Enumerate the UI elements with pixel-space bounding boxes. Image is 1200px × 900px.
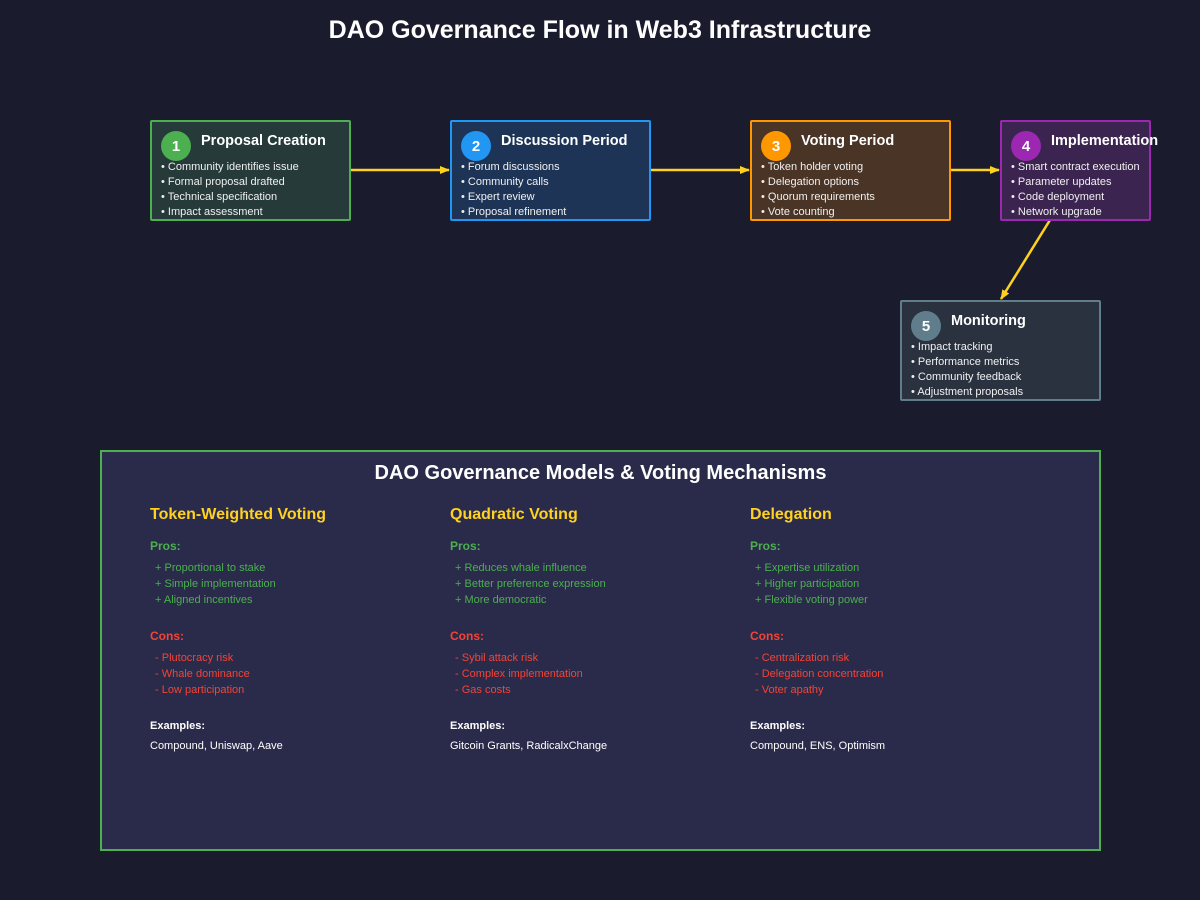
step-items: Smart contract execution Parameter updat… [1011,160,1140,220]
cons-label: Cons: [750,629,784,643]
model-quadratic-voting: Quadratic Voting Pros: Reduces whale inf… [450,506,740,752]
step-number-badge: 1 [161,131,191,161]
con-item: Sybil attack risk [455,650,583,666]
cons-label: Cons: [150,629,184,643]
step-item: Code deployment [1011,190,1140,205]
pro-item: Aligned incentives [155,592,276,608]
pros-list: Proportional to stake Simple implementat… [155,560,276,608]
step-voting-period: 3 Voting Period Token holder voting Dele… [750,120,951,221]
step-items: Impact tracking Performance metrics Comm… [911,340,1023,400]
pro-item: Higher participation [755,576,868,592]
step-implementation: 4 Implementation Smart contract executio… [1000,120,1158,221]
models-title: DAO Governance Models & Voting Mechanism… [374,462,827,484]
governance-models-panel: DAO Governance Models & Voting Mechanism… [100,450,1101,851]
step-item: Vote counting [761,205,875,220]
model-delegation: Delegation Pros: Expertise utilization H… [750,506,1040,752]
pros-label: Pros: [750,539,781,553]
step-item: Formal proposal drafted [161,175,299,190]
examples-label: Examples: [150,720,206,732]
step-items: Community identifies issue Formal propos… [161,160,299,220]
pros-label: Pros: [150,539,181,553]
step-item: Community calls [461,175,566,190]
step-item: Impact assessment [161,205,299,220]
step-item: Performance metrics [911,355,1023,370]
cons-list: Plutocracy risk Whale dominance Low part… [155,650,250,698]
step-number-badge: 5 [911,311,941,341]
cons-label: Cons: [450,629,484,643]
step-items: Forum discussions Community calls Expert… [461,160,566,220]
step-item: Technical specification [161,190,299,205]
step-number-badge: 3 [761,131,791,161]
pro-item: More democratic [455,592,606,608]
examples-text: Compound, ENS, Optimism [750,740,886,752]
step-title: Voting Period [801,133,895,149]
arrow-4-to-5 [999,219,1052,300]
examples-text: Compound, Uniswap, Aave [150,740,283,752]
step-item: Proposal refinement [461,205,566,220]
con-item: Delegation concentration [755,666,884,682]
step-item: Community feedback [911,370,1023,385]
step-title: Proposal Creation [201,133,326,149]
pros-list: Expertise utilization Higher participati… [755,560,868,608]
pro-item: Simple implementation [155,576,275,592]
step-title: Discussion Period [501,133,628,149]
step-item: Delegation options [761,175,875,190]
con-item: Whale dominance [155,666,250,682]
examples-label: Examples: [450,720,506,732]
pro-item: Better preference expression [455,576,605,592]
step-item: Forum discussions [461,160,566,175]
step-proposal-creation: 1 Proposal Creation Community identifies… [150,120,351,221]
con-item: Low participation [155,682,250,698]
step-item: Adjustment proposals [911,385,1023,400]
step-number-badge: 2 [461,131,491,161]
step-item: Network upgrade [1011,205,1140,220]
step-item: Community identifies issue [161,160,299,175]
step-discussion-period: 2 Discussion Period Forum discussions Co… [450,120,651,221]
cons-list: Centralization risk Delegation concentra… [755,650,884,698]
step-item: Expert review [461,190,566,205]
pros-label: Pros: [450,539,481,553]
con-item: Complex implementation [455,666,583,682]
con-item: Gas costs [455,682,583,698]
step-title: Implementation [1051,133,1159,149]
step-items: Token holder voting Delegation options Q… [761,160,875,220]
pros-list: Reduces whale influence Better preferenc… [455,560,606,608]
step-title: Monitoring [951,313,1026,329]
step-item: Quorum requirements [761,190,875,205]
model-name: Delegation [750,506,832,523]
model-name: Token-Weighted Voting [150,506,326,523]
model-name: Quadratic Voting [450,506,578,523]
con-item: Voter apathy [755,682,883,698]
step-item: Parameter updates [1011,175,1140,190]
con-item: Centralization risk [755,650,883,666]
cons-list: Sybil attack risk Complex implementation… [455,650,583,698]
step-monitoring: 5 Monitoring Impact tracking Performance… [900,300,1101,401]
examples-text: Gitcoin Grants, RadicalxChange [450,740,608,752]
con-item: Plutocracy risk [155,650,250,666]
examples-label: Examples: [750,720,806,732]
step-item: Smart contract execution [1011,160,1140,175]
step-item: Token holder voting [761,160,875,175]
model-token-weighted-voting: Token-Weighted Voting Pros: Proportional… [150,506,440,752]
step-item: Impact tracking [911,340,1023,355]
step-number-badge: 4 [1011,131,1041,161]
pro-item: Flexible voting power [755,592,867,608]
pro-item: Expertise utilization [755,560,868,576]
pro-item: Proportional to stake [155,560,276,576]
pro-item: Reduces whale influence [455,560,606,576]
